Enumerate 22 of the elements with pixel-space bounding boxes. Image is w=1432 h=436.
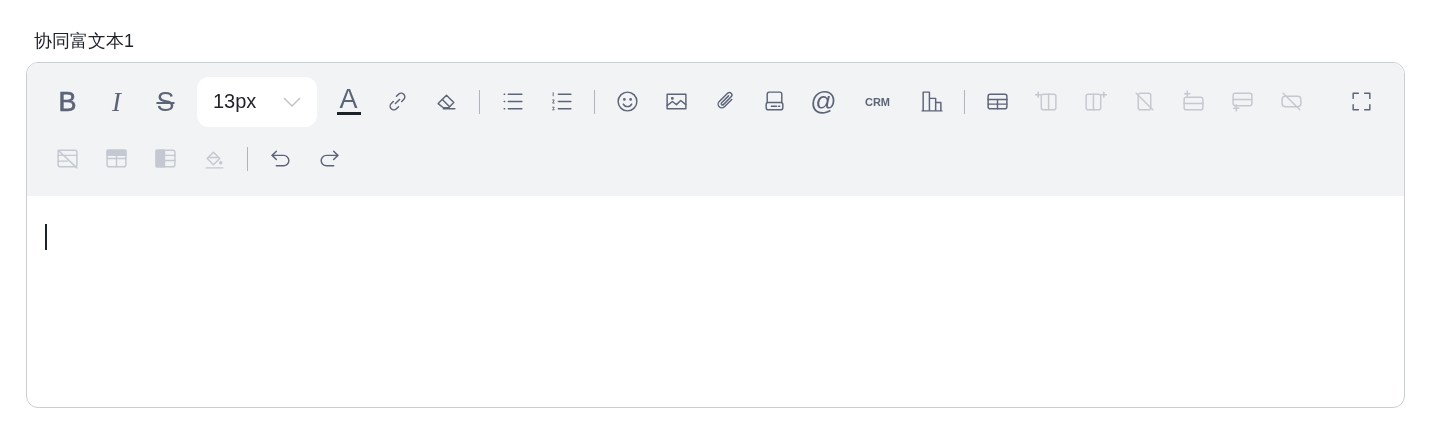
table-header-icon [104, 146, 129, 171]
text-cursor [45, 224, 47, 250]
insert-column-left-icon [1034, 89, 1059, 114]
delete-table-icon [55, 146, 80, 171]
fullscreen-icon [1349, 89, 1374, 114]
field-label: 协同富文本1 [34, 30, 134, 52]
crm-button[interactable]: CRM [856, 85, 899, 118]
insert-column-right-icon [1083, 89, 1108, 114]
chevron-down-icon [283, 96, 301, 107]
italic-button[interactable]: I [100, 85, 133, 118]
bar-chart-icon [919, 89, 944, 114]
strikethrough-button[interactable]: S [149, 85, 182, 118]
font-color-button[interactable]: A [332, 85, 365, 118]
insert-row-below-icon [1230, 89, 1255, 114]
font-size-select[interactable]: 13px [197, 76, 317, 127]
column-header-icon [153, 146, 178, 171]
insert-row-above-icon [1181, 89, 1206, 114]
mention-button[interactable]: @ [807, 85, 840, 118]
emoji-icon [615, 89, 640, 114]
color-bar [336, 111, 361, 115]
drive-icon [762, 89, 787, 114]
bold-button[interactable]: B [51, 85, 84, 118]
